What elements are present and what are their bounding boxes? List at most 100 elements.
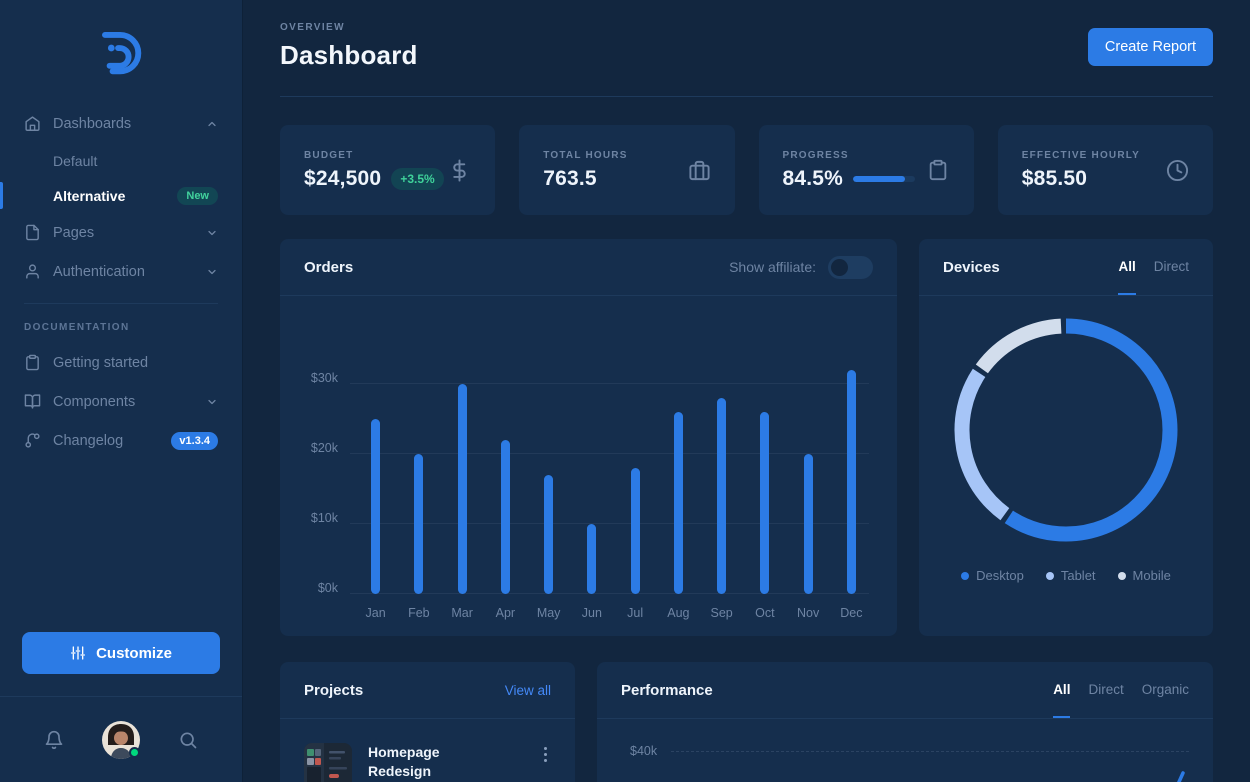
bar-column[interactable]: Jun <box>570 314 613 594</box>
legend-label: Mobile <box>1133 568 1171 583</box>
bar-column[interactable]: Aug <box>657 314 700 594</box>
stat-card-total-hours: TOTAL HOURS 763.5 <box>519 125 734 215</box>
book-open-icon <box>24 393 41 410</box>
view-all-link[interactable]: View all <box>505 683 551 698</box>
brand-logo[interactable] <box>0 0 242 104</box>
sidebar-item-authentication[interactable]: Authentication <box>0 252 242 291</box>
stat-value: $24,500 <box>304 167 381 191</box>
legend-dot <box>961 572 969 580</box>
search-icon[interactable] <box>178 730 198 750</box>
sidebar-item-getting-started[interactable]: Getting started <box>0 343 242 382</box>
create-report-button[interactable]: Create Report <box>1088 28 1213 66</box>
bar[interactable] <box>804 454 813 594</box>
legend-label: Desktop <box>976 568 1024 583</box>
x-axis-tick: Jun <box>570 606 613 620</box>
performance-tab-direct[interactable]: Direct <box>1088 662 1123 718</box>
stat-value: $85.50 <box>1022 167 1087 191</box>
bar[interactable] <box>371 419 380 594</box>
projects-card-title: Projects <box>304 682 363 699</box>
x-axis-tick: Jul <box>614 606 657 620</box>
sidebar-item-changelog[interactable]: Changelog v1.3.4 <box>0 421 242 460</box>
git-branch-icon <box>24 432 41 449</box>
legend-dot <box>1046 572 1054 580</box>
bar-column[interactable]: Jan <box>354 314 397 594</box>
bar-column[interactable]: Nov <box>787 314 830 594</box>
devices-card: Devices All Direct DesktopTabletMobile <box>919 239 1213 636</box>
devices-tab-all[interactable]: All <box>1118 239 1135 295</box>
devices-tab-direct[interactable]: Direct <box>1154 239 1189 295</box>
sidebar-item-label: Getting started <box>53 355 148 371</box>
bar[interactable] <box>544 475 553 594</box>
sidebar-item-components[interactable]: Components <box>0 382 242 421</box>
main-content: OVERVIEW Dashboard Create Report BUDGET … <box>243 0 1250 782</box>
sidebar-divider <box>24 303 218 304</box>
orders-bar-chart: $0k$10k$20k$30kJanFebMarAprMayJunJulAugS… <box>294 314 873 624</box>
sidebar-item-label: Authentication <box>53 264 145 280</box>
stat-card-budget: BUDGET $24,500 +3.5% <box>280 125 495 215</box>
project-list-item[interactable]: Homepage Redesign <box>280 719 575 782</box>
bar[interactable] <box>587 524 596 594</box>
legend-dot <box>1118 572 1126 580</box>
performance-tab-all[interactable]: All <box>1053 662 1070 718</box>
legend-item[interactable]: Desktop <box>961 568 1024 583</box>
legend-label: Tablet <box>1061 568 1096 583</box>
bar-column[interactable]: Feb <box>397 314 440 594</box>
bar-column[interactable]: Mar <box>441 314 484 594</box>
bar[interactable] <box>458 384 467 594</box>
home-icon <box>24 115 41 132</box>
clipboard-icon <box>927 159 950 182</box>
header-divider <box>280 96 1213 97</box>
bar-column[interactable]: Oct <box>743 314 786 594</box>
y-axis-tick: $0k <box>294 581 338 595</box>
documentation-heading: DOCUMENTATION <box>0 316 242 343</box>
sidebar-item-alternative[interactable]: Alternative New <box>0 178 242 213</box>
bar[interactable] <box>501 440 510 594</box>
bar[interactable] <box>631 468 640 594</box>
sidebar-item-label: Components <box>53 394 135 410</box>
bar[interactable] <box>674 412 683 594</box>
projects-card: Projects View all <box>280 662 575 782</box>
clipboard-icon <box>24 354 41 371</box>
x-axis-tick: Apr <box>484 606 527 620</box>
bar-column[interactable]: Dec <box>830 314 873 594</box>
bar[interactable] <box>760 412 769 594</box>
bar[interactable] <box>717 398 726 594</box>
stats-row: BUDGET $24,500 +3.5% TOTAL HOURS 763.5 <box>280 125 1213 215</box>
sidebar-item-label: Changelog <box>53 433 123 449</box>
bar-column[interactable]: May <box>527 314 570 594</box>
stat-change-badge: +3.5% <box>391 168 443 190</box>
sidebar-item-label: Pages <box>53 225 94 241</box>
customize-button-label: Customize <box>96 645 172 662</box>
stat-label: TOTAL HOURS <box>543 150 627 161</box>
show-affiliate-label: Show affiliate: <box>729 259 816 275</box>
y-axis-tick: $10k <box>294 511 338 525</box>
legend-item[interactable]: Mobile <box>1118 568 1171 583</box>
sidebar-item-dashboards[interactable]: Dashboards <box>0 104 242 143</box>
stat-card-progress: PROGRESS 84.5% <box>759 125 974 215</box>
avatar[interactable] <box>102 721 140 759</box>
customize-button[interactable]: Customize <box>22 632 220 674</box>
bell-icon[interactable] <box>44 730 64 750</box>
show-affiliate-toggle[interactable] <box>828 256 873 279</box>
x-axis-tick: Feb <box>397 606 440 620</box>
y-axis-tick: $30k <box>294 371 338 385</box>
bar[interactable] <box>414 454 423 594</box>
stat-label: PROGRESS <box>783 150 927 161</box>
legend-item[interactable]: Tablet <box>1046 568 1096 583</box>
x-axis-tick: May <box>527 606 570 620</box>
version-badge: v1.3.4 <box>171 432 218 450</box>
sidebar-item-pages[interactable]: Pages <box>0 213 242 252</box>
bar-column[interactable]: Jul <box>614 314 657 594</box>
x-axis-tick: Mar <box>441 606 484 620</box>
performance-tab-organic[interactable]: Organic <box>1142 662 1189 718</box>
stat-value: 763.5 <box>543 167 597 191</box>
bar-column[interactable]: Sep <box>700 314 743 594</box>
sidebar-item-default[interactable]: Default <box>0 143 242 178</box>
sidebar-footer <box>0 696 242 782</box>
sidebar-nav: Dashboards Default Alternative New Pages <box>0 104 242 460</box>
performance-line-chart: $40k <box>597 719 1213 782</box>
kebab-menu-icon[interactable] <box>540 743 551 766</box>
bar[interactable] <box>847 370 856 594</box>
stat-label: BUDGET <box>304 150 444 161</box>
bar-column[interactable]: Apr <box>484 314 527 594</box>
